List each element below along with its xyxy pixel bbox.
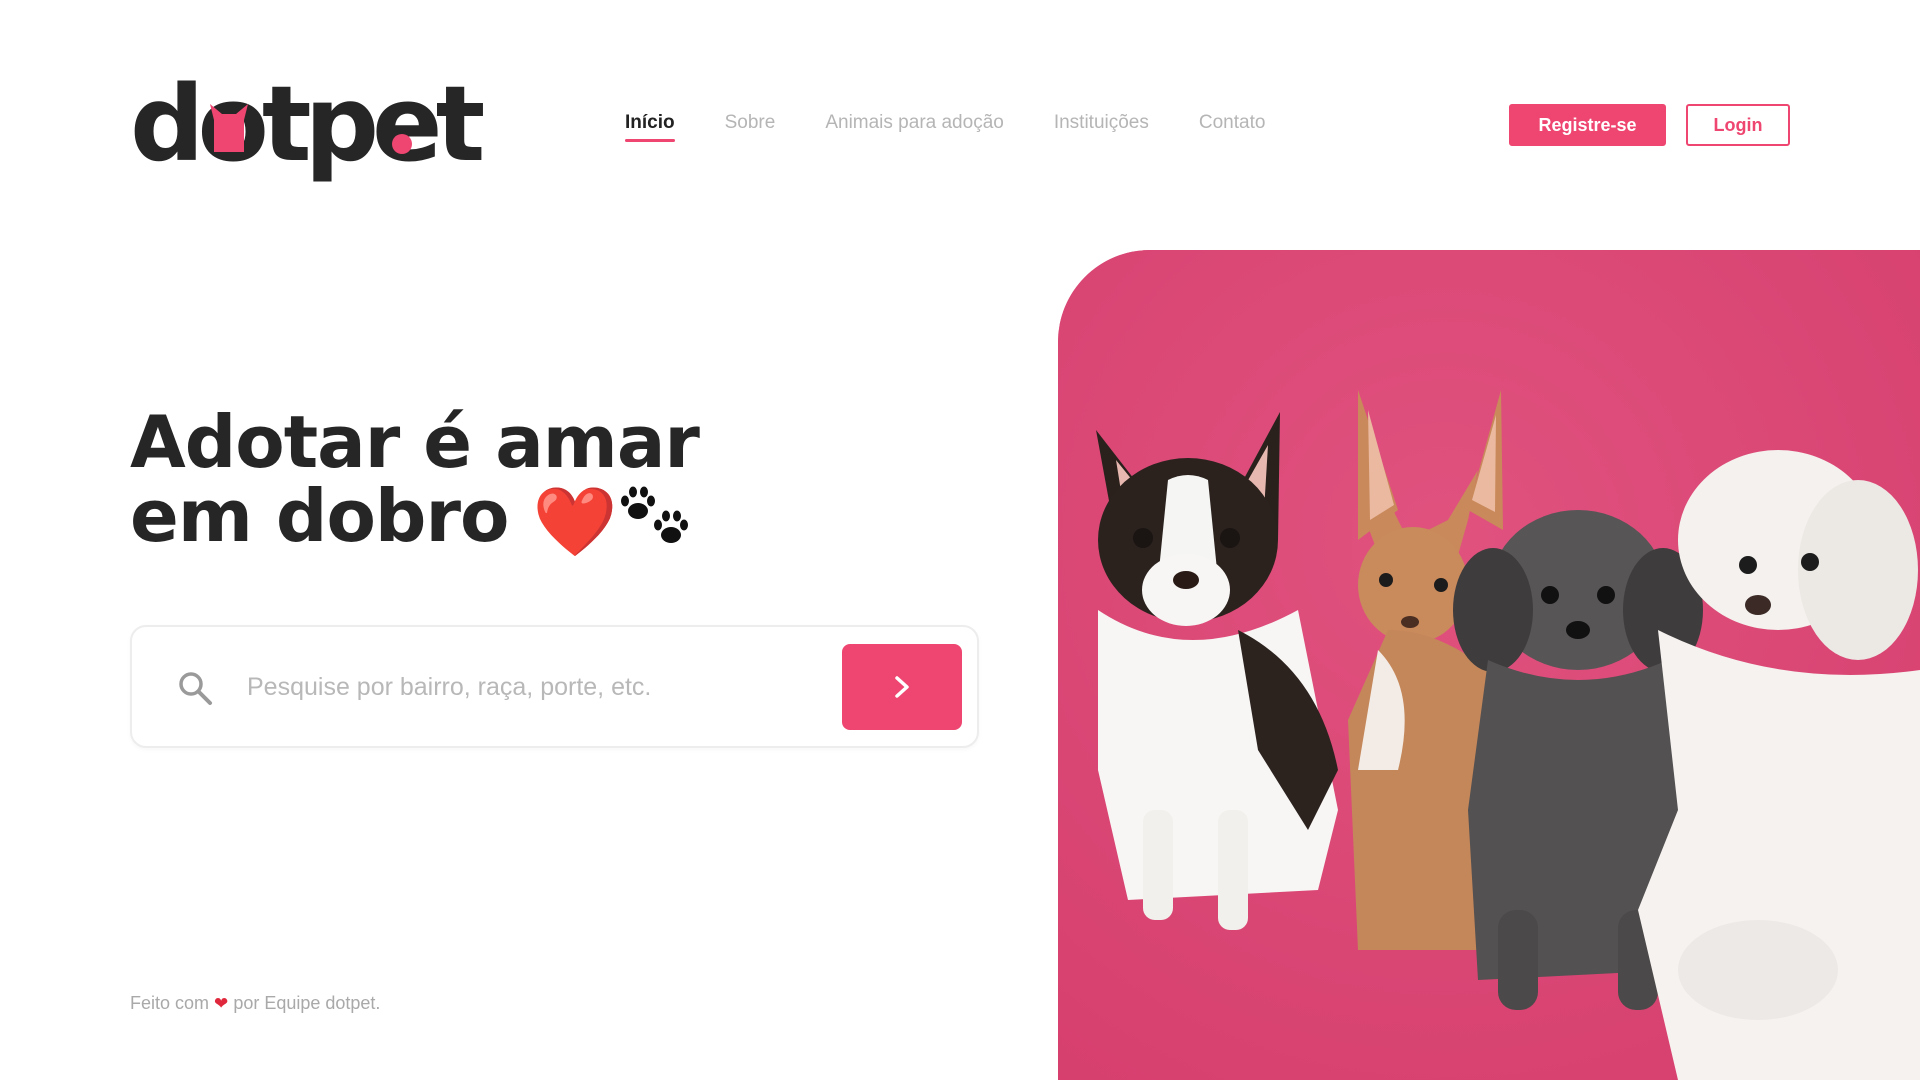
four-dogs-photo — [1058, 250, 1920, 1080]
pet-silhouette-icon — [210, 104, 248, 152]
footer-suffix: por Equipe dotpet. — [233, 993, 381, 1013]
search-box — [130, 625, 979, 748]
nav-item-inicio[interactable]: Início — [625, 112, 675, 142]
hero-title-line-1: Adotar é amar — [130, 400, 700, 484]
search-icon — [179, 672, 212, 705]
dogs-illustration — [1058, 250, 1920, 1080]
heart-emoji: ❤️ — [532, 483, 618, 562]
dotpet-logo[interactable]: dotpet — [130, 72, 485, 182]
login-button[interactable]: Login — [1686, 104, 1790, 146]
main-nav: Início Sobre Animais para adoção Institu… — [625, 112, 1266, 142]
paw-prints-icon — [616, 483, 698, 549]
logo-wordmark: dotpet — [130, 63, 485, 185]
nav-item-instituicoes[interactable]: Instituições — [1054, 112, 1149, 134]
hero-title-line-2: em dobro — [130, 474, 509, 558]
nav-item-sobre[interactable]: Sobre — [725, 112, 776, 134]
footer-prefix: Feito com — [130, 993, 210, 1013]
nav-item-contato[interactable]: Contato — [1199, 112, 1266, 134]
search-input[interactable] — [247, 655, 807, 719]
register-button[interactable]: Registre-se — [1509, 104, 1666, 146]
white-poodle — [1638, 450, 1920, 1080]
heart-icon: ❤ — [214, 994, 229, 1013]
hero-title: Adotar é amar em dobro ❤️ — [130, 400, 700, 560]
footer-credit: Feito com ❤ por Equipe dotpet. — [130, 993, 380, 1014]
search-submit-button[interactable] — [842, 644, 962, 730]
hero-title-line-2-wrap: em dobro ❤️ — [130, 479, 699, 560]
logo-dot — [392, 134, 412, 154]
nav-item-animais-para-adocao[interactable]: Animais para adoção — [825, 112, 1004, 134]
chevron-right-icon — [895, 676, 909, 698]
